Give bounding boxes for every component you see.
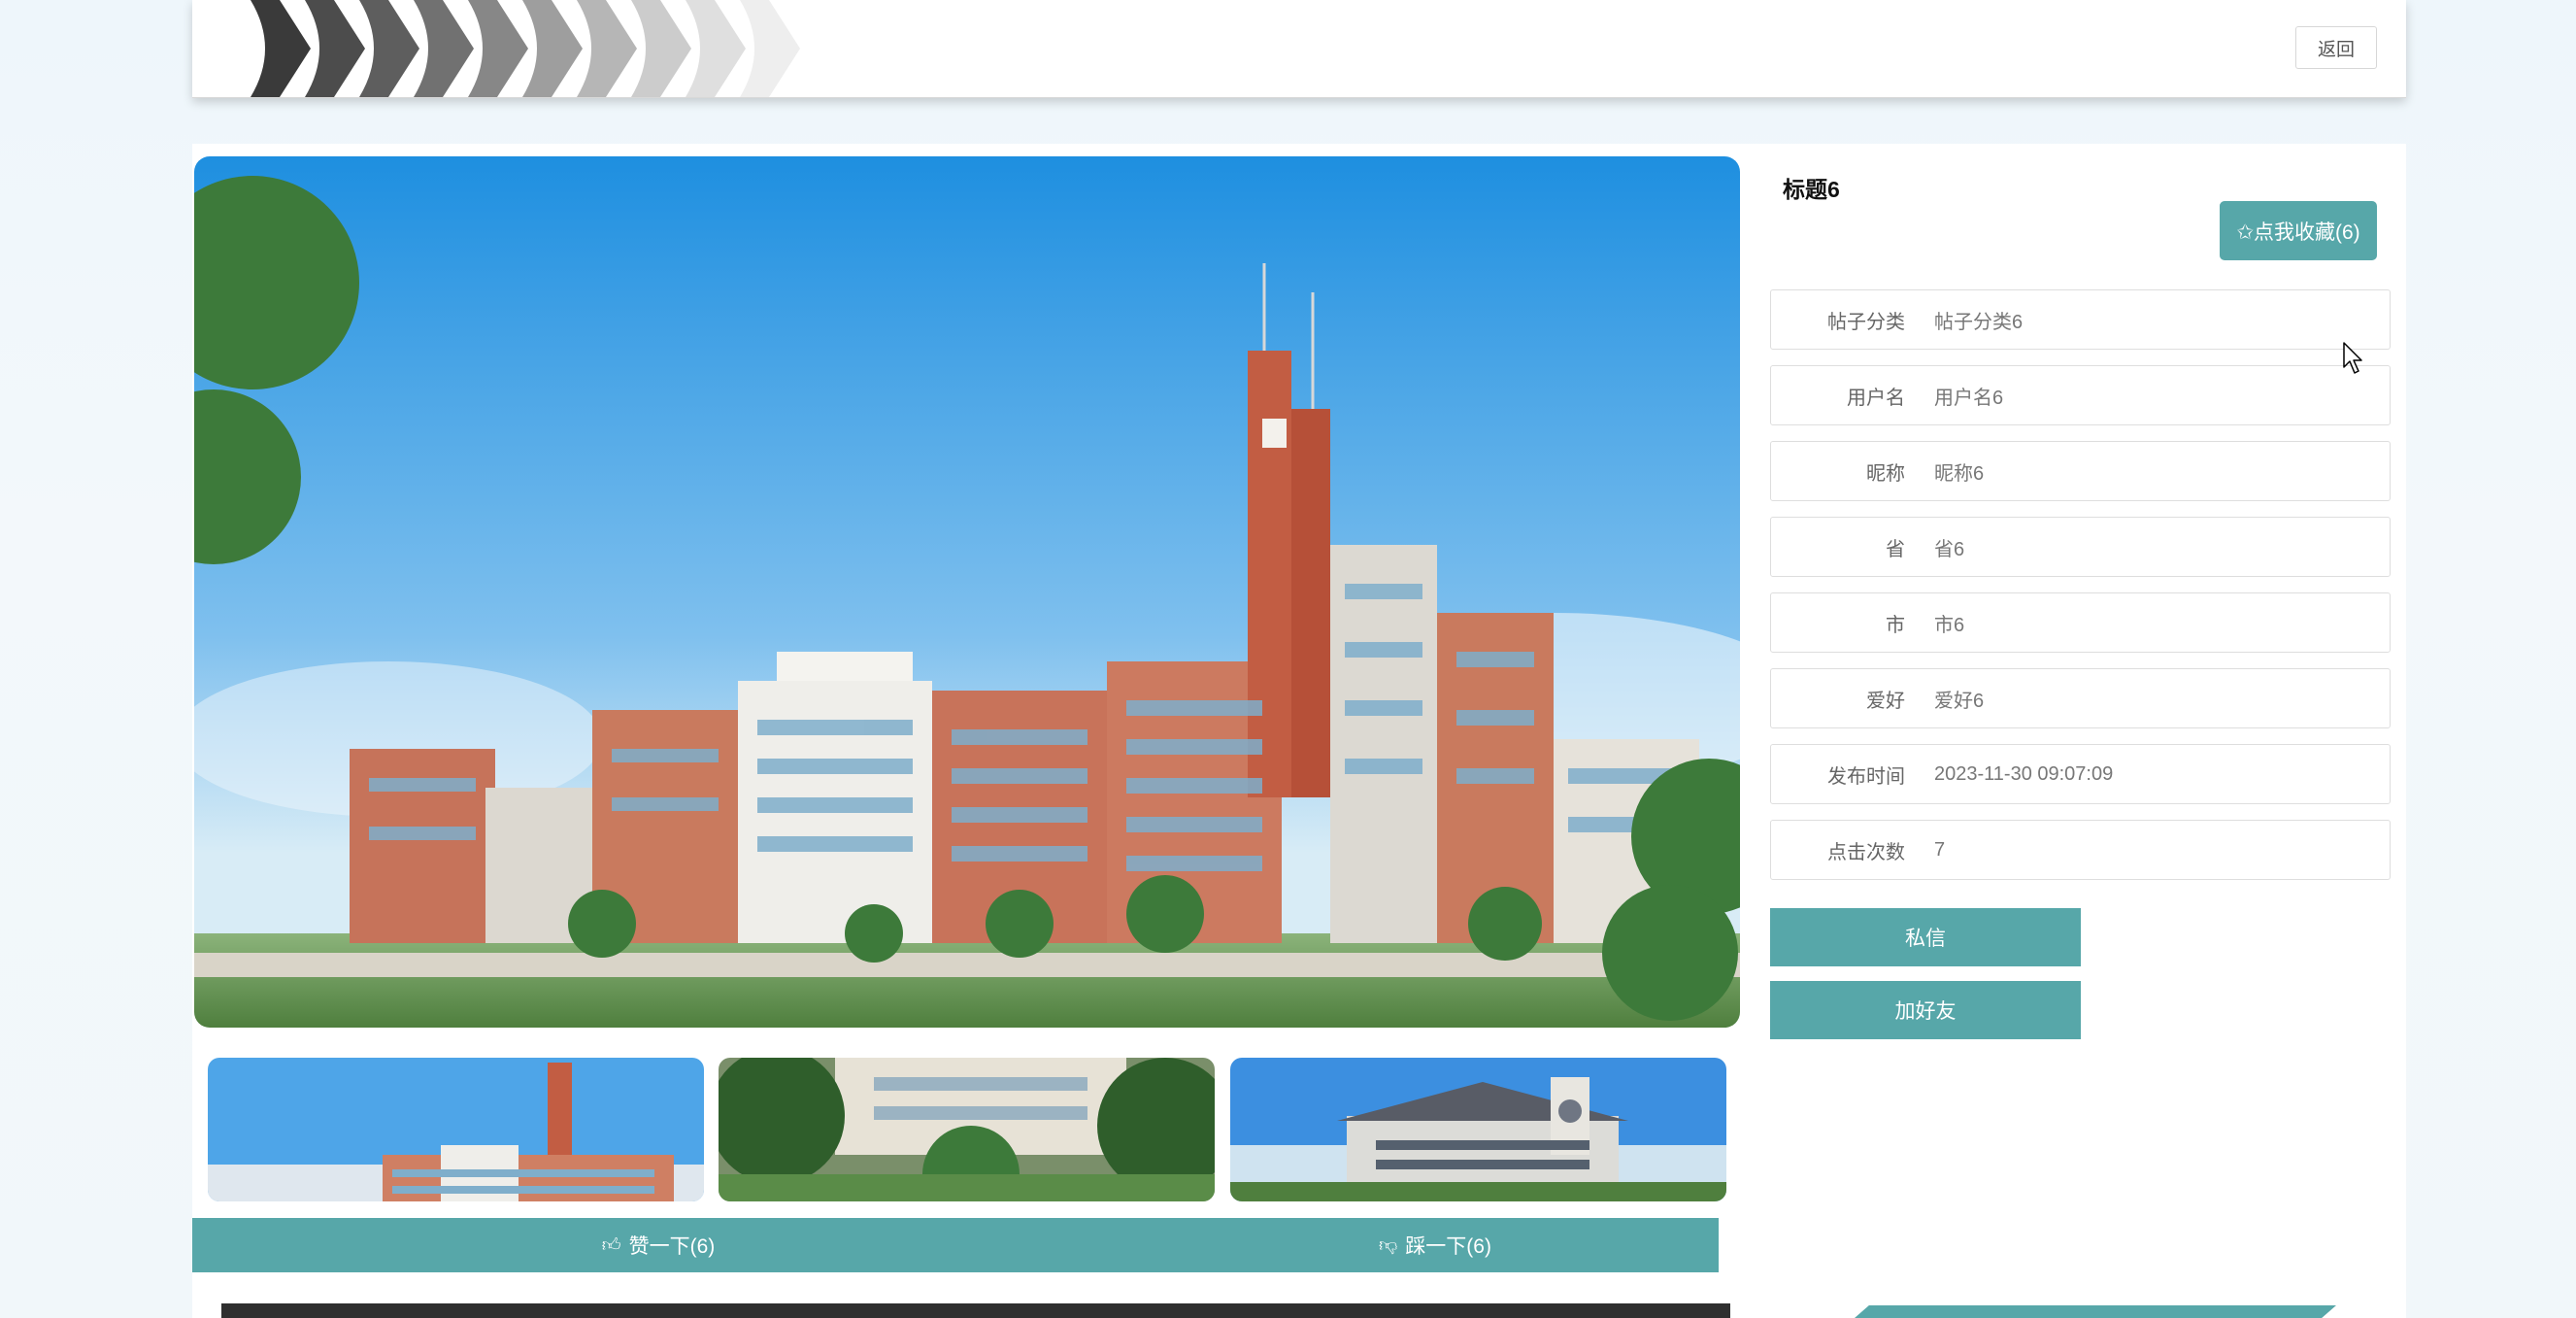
info-field-publish-time: 发布时间 2023-11-30 09:07:09 [1770, 744, 2391, 804]
info-label: 用户名 [1847, 387, 1905, 409]
top-header: 返回 [192, 0, 2406, 98]
info-label: 帖子分类 [1827, 311, 1905, 333]
info-field-nickname: 昵称 昵称6 [1770, 441, 2391, 501]
like-label: 赞一下(6) [628, 1235, 716, 1258]
thumbnail-2[interactable] [719, 1058, 1215, 1201]
dislike-button[interactable]: 👎︎ 踩一下(6) [1289, 1218, 1581, 1272]
school-building-illustration [194, 156, 1740, 1028]
info-value: 2023-11-30 09:07:09 [1934, 762, 2114, 785]
dislike-label: 踩一下(6) [1405, 1235, 1491, 1258]
thumbnail-2-image [719, 1058, 1215, 1201]
info-value: 帖子分类6 [1934, 311, 2024, 333]
add-friend-button[interactable]: 加好友 [1770, 981, 2081, 1039]
private-message-button[interactable]: 私信 [1770, 908, 2081, 966]
vote-bar: 👍︎ 赞一下(6) 👎︎ 踩一下(6) [192, 1218, 1719, 1272]
thumbs-down-icon: 👎︎ [1379, 1234, 1398, 1256]
info-field-click-count: 点击次数 7 [1770, 820, 2391, 880]
thumbnail-1[interactable] [208, 1058, 704, 1201]
favorite-button[interactable]: ✩点我收藏(6) [2220, 201, 2377, 260]
back-button[interactable]: 返回 [2295, 26, 2377, 69]
info-value: 省6 [1934, 538, 1965, 560]
main-post-image [194, 156, 1740, 1028]
thumbnail-3-image [1230, 1058, 1726, 1201]
info-field-province: 省 省6 [1770, 517, 2391, 577]
thumbnail-1-image [208, 1058, 704, 1201]
bottom-section-tab [1855, 1305, 2336, 1318]
info-label: 点击次数 [1827, 841, 1905, 863]
info-label: 昵称 [1866, 462, 1905, 485]
thumbs-up-icon: 👍︎ [601, 1234, 621, 1256]
bottom-content-strip [221, 1303, 1730, 1318]
info-value: 7 [1934, 838, 1946, 861]
info-label: 省 [1886, 538, 1905, 560]
mouse-pointer-icon [2343, 342, 2362, 374]
info-field-username: 用户名 用户名6 [1770, 365, 2391, 425]
info-label: 市 [1886, 614, 1905, 636]
thumbnail-3[interactable] [1230, 1058, 1726, 1201]
info-label: 发布时间 [1827, 765, 1905, 788]
info-value: 市6 [1934, 614, 1965, 636]
like-button[interactable]: 👍︎ 赞一下(6) [513, 1218, 804, 1272]
info-field-category: 帖子分类 帖子分类6 [1770, 289, 2391, 350]
info-label: 爱好 [1866, 690, 1905, 712]
post-title: 标题6 [1783, 177, 1840, 202]
chevron-logo-decoration [251, 0, 800, 97]
info-value: 爱好6 [1934, 690, 1985, 712]
info-value: 昵称6 [1934, 462, 1985, 485]
info-field-hobby: 爱好 爱好6 [1770, 668, 2391, 728]
info-value: 用户名6 [1934, 387, 2004, 409]
info-field-city: 市 市6 [1770, 592, 2391, 653]
